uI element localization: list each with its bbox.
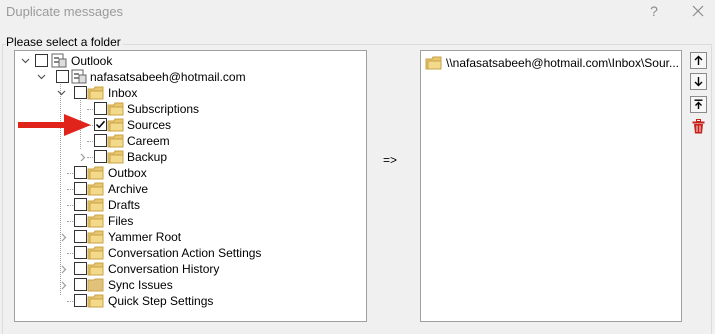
expand-icon[interactable]	[59, 277, 68, 293]
annotation-arrow-icon	[18, 114, 91, 136]
expand-icon[interactable]	[78, 149, 87, 165]
tree-node-inbox[interactable]: Inbox	[15, 85, 355, 101]
checkbox[interactable]	[94, 102, 107, 115]
folder-icon	[87, 294, 104, 308]
list-item[interactable]: \\nafasatsabeeh@hotmail.com\Inbox\Sour..…	[425, 55, 679, 71]
tree-node-label: Sync Issues	[108, 278, 173, 292]
selected-folders-list[interactable]: \\nafasatsabeeh@hotmail.com\Inbox\Sour..…	[420, 50, 682, 322]
tree-node-label: Archive	[108, 182, 149, 196]
folder-icon	[87, 246, 104, 260]
folder-icon	[107, 102, 124, 116]
checkbox-checked[interactable]	[94, 118, 107, 131]
tree-node-label: Outlook	[71, 54, 113, 68]
tree-node-label: Outbox	[108, 166, 147, 180]
outlook-store-icon	[51, 53, 67, 68]
move-down-button[interactable]	[690, 73, 707, 90]
folder-icon	[87, 262, 104, 276]
tree-node-files[interactable]: Files	[15, 213, 355, 229]
folder-icon	[87, 230, 104, 244]
folder-tree[interactable]: Outlook nafasatsabeeh@hotmail.com Inbox	[14, 50, 367, 322]
collapse-icon[interactable]	[37, 69, 46, 85]
tree-node-outlook[interactable]: Outlook	[15, 53, 355, 69]
transfer-indicator: =>	[383, 153, 398, 167]
expand-icon[interactable]	[59, 261, 68, 277]
folder-icon	[87, 198, 104, 212]
folder-icon	[87, 214, 104, 228]
checkbox[interactable]	[74, 230, 87, 243]
tree-node-label: Drafts	[108, 198, 141, 212]
help-button[interactable]: ?	[642, 2, 666, 20]
folder-icon	[87, 182, 104, 196]
checkbox[interactable]	[56, 70, 69, 83]
tree-node-conversation-action-settings[interactable]: Conversation Action Settings	[15, 245, 355, 261]
tree-node-label: Conversation Action Settings	[108, 246, 262, 260]
folder-icon	[107, 118, 124, 132]
selected-folder-path: \\nafasatsabeeh@hotmail.com\Inbox\Sour..…	[446, 56, 679, 70]
folder-icon	[107, 150, 124, 164]
checkbox[interactable]	[74, 86, 87, 99]
tree-node-label: Yammer Root	[108, 230, 182, 244]
tree-node-quick-step-settings[interactable]: Quick Step Settings	[15, 293, 355, 309]
checkbox[interactable]	[74, 182, 87, 195]
tree-node-label: Sources	[127, 118, 172, 132]
tree-node-label: Conversation History	[108, 262, 220, 276]
checkbox[interactable]	[35, 54, 48, 67]
move-up-button[interactable]	[690, 52, 707, 69]
trash-icon	[692, 119, 705, 134]
folder-icon	[87, 166, 104, 180]
close-button[interactable]	[686, 2, 710, 20]
window-title: Duplicate messages	[6, 4, 124, 19]
tree-node-account[interactable]: nafasatsabeeh@hotmail.com	[15, 69, 355, 85]
title-bar: Duplicate messages ?	[0, 0, 715, 24]
checkbox[interactable]	[74, 166, 87, 179]
tree-node-outbox[interactable]: Outbox	[15, 165, 355, 181]
tree-node-label: Backup	[127, 150, 168, 164]
tree-node-archive[interactable]: Archive	[15, 181, 355, 197]
tree-node-label: Files	[108, 214, 134, 228]
tree-node-yammer-root[interactable]: Yammer Root	[15, 229, 355, 245]
move-top-button[interactable]	[690, 96, 707, 113]
folder-icon	[107, 134, 124, 148]
tree-node-conversation-history[interactable]: Conversation History	[15, 261, 355, 277]
close-icon	[692, 5, 704, 17]
move-top-icon	[694, 99, 703, 109]
expand-icon[interactable]	[59, 229, 68, 245]
folder-icon	[87, 278, 104, 292]
tree-node-drafts[interactable]: Drafts	[15, 197, 355, 213]
tree-node-backup[interactable]: Backup	[15, 149, 355, 165]
collapse-icon[interactable]	[21, 53, 30, 69]
tree-node-label: nafasatsabeeh@hotmail.com	[90, 70, 246, 84]
tree-node-label: Subscriptions	[127, 102, 200, 116]
checkmark-icon	[95, 120, 106, 129]
checkbox[interactable]	[74, 294, 87, 307]
tree-node-label: Inbox	[108, 86, 138, 100]
tree-node-label: Careem	[127, 134, 170, 148]
folder-icon	[87, 86, 104, 100]
checkbox[interactable]	[74, 262, 87, 275]
checkbox[interactable]	[74, 246, 87, 259]
arrow-up-icon	[694, 55, 703, 65]
tree-node-label: Quick Step Settings	[108, 294, 214, 308]
arrow-down-icon	[694, 77, 703, 87]
checkbox[interactable]	[74, 214, 87, 227]
folder-icon	[425, 56, 442, 70]
group-label: Please select a folder	[6, 35, 123, 49]
collapse-icon[interactable]	[57, 85, 66, 101]
delete-button[interactable]	[690, 118, 707, 135]
tree-node-sync-issues[interactable]: Sync Issues	[15, 277, 355, 293]
mailbox-icon	[71, 69, 87, 84]
checkbox[interactable]	[74, 278, 87, 291]
checkbox[interactable]	[74, 198, 87, 211]
checkbox[interactable]	[94, 134, 107, 147]
checkbox[interactable]	[94, 150, 107, 163]
